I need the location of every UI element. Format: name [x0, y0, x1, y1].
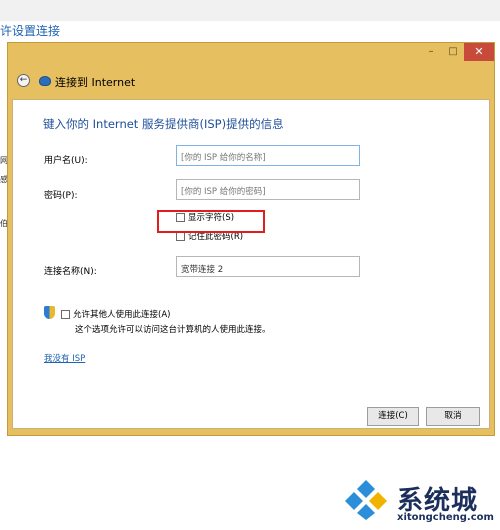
dialog-content: 键入你的 Internet 服务提供商(ISP)提供的信息 用户名(U): 密码…	[12, 99, 490, 429]
back-arrow-icon: ←	[19, 75, 28, 85]
page-heading: 键入你的 Internet 服务提供商(ISP)提供的信息	[43, 117, 284, 131]
password-input[interactable]	[176, 179, 360, 200]
no-isp-link[interactable]: 我没有 ISP	[44, 352, 85, 364]
watermark: 系统城 xitongcheng.com	[345, 476, 495, 526]
connection-name-label: 连接名称(N):	[44, 267, 97, 277]
minimize-button[interactable]: –	[420, 43, 442, 61]
watermark-url: xitongcheng.com	[397, 512, 494, 523]
uac-shield-icon	[44, 306, 55, 319]
nav-bar: ← 连接到 Internet	[8, 63, 494, 99]
allow-others-checkbox[interactable]	[61, 309, 70, 319]
allow-others-row[interactable]: 允许其他人使用此连接(A)	[61, 308, 170, 320]
background-window-title: 许设置连接	[0, 24, 61, 38]
username-input[interactable]	[176, 145, 360, 166]
network-globe-icon	[39, 76, 51, 86]
cancel-button[interactable]: 取消	[426, 407, 480, 426]
connect-dialog: – □ ✕ ← 连接到 Internet 键入你的 Internet 服务提供商…	[7, 42, 495, 436]
watermark-logo-icon	[345, 480, 387, 520]
allow-others-label: 允许其他人使用此连接(A)	[73, 310, 171, 320]
username-label: 用户名(U):	[44, 156, 88, 166]
allow-others-description: 这个选项允许可以访问这台计算机的人使用此连接。	[75, 325, 271, 335]
back-button[interactable]: ←	[17, 74, 30, 87]
dialog-title: 连接到 Internet	[55, 76, 136, 89]
annotation-highlight-box	[157, 210, 265, 233]
background-toolbar	[0, 0, 500, 21]
close-button[interactable]: ✕	[464, 43, 494, 61]
maximize-button[interactable]: □	[442, 43, 464, 61]
connection-name-input[interactable]	[176, 256, 360, 277]
password-label: 密码(P):	[44, 191, 78, 201]
connect-button[interactable]: 连接(C)	[367, 407, 419, 426]
